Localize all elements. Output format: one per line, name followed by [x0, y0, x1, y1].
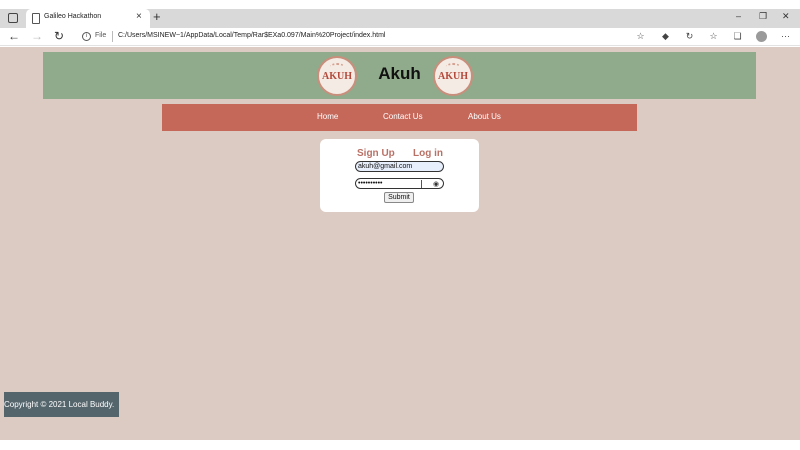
url-separator [112, 31, 113, 42]
password-field[interactable]: •••••••••• ◉ [355, 178, 444, 189]
profile-icon[interactable] [756, 31, 767, 42]
page-icon [32, 13, 40, 24]
nav-about-us[interactable]: About Us [468, 112, 501, 121]
nav-home[interactable]: Home [317, 112, 338, 121]
restore-icon[interactable]: ❐ [759, 11, 767, 22]
tab-title: Galileo Hackathon [44, 13, 102, 20]
refresh-extension-icon[interactable]: ↻ [684, 31, 695, 42]
tab-sign-up[interactable]: Sign Up [357, 148, 395, 159]
more-icon[interactable]: ··· [780, 31, 791, 42]
email-field[interactable]: akuh@gmail.com [355, 161, 444, 172]
footer-text: Copyright © 2021 Local Buddy. [4, 400, 115, 409]
password-value: •••••••••• [358, 180, 383, 187]
browser-tab[interactable]: Galileo Hackathon × [26, 9, 150, 28]
login-card: Sign Up Log in akuh@gmail.com ••••••••••… [320, 139, 479, 212]
site-header: AKUH Akuh AKUH [43, 52, 756, 99]
tab-log-in[interactable]: Log in [413, 148, 443, 159]
reload-icon[interactable]: ↻ [54, 29, 64, 43]
extensions-icon[interactable]: ◆ [660, 31, 671, 42]
page-body: AKUH Akuh AKUH Home Contact Us About Us … [0, 47, 800, 440]
file-label: File [95, 32, 107, 39]
logo-right: AKUH [433, 56, 473, 96]
collections-icon[interactable]: ❏ [732, 31, 743, 42]
url-text[interactable]: C:/Users/MSINEW~1/AppData/Local/Temp/Rar… [118, 32, 385, 39]
tab-actions-icon[interactable] [8, 13, 18, 23]
close-window-icon[interactable]: ✕ [782, 11, 790, 22]
eye-icon[interactable]: ◉ [433, 180, 439, 189]
site-title: Akuh [378, 64, 421, 83]
favorites-add-icon[interactable]: ☆ [635, 31, 646, 42]
minimize-icon[interactable]: – [736, 11, 741, 21]
back-icon[interactable]: ← [8, 29, 20, 43]
text-cursor [421, 180, 422, 188]
navbar: Home Contact Us About Us [162, 104, 637, 131]
forward-icon[interactable]: → [31, 29, 43, 43]
close-tab-icon[interactable]: × [136, 11, 142, 22]
footer: Copyright © 2021 Local Buddy. [4, 392, 119, 417]
logo-text: AKUH [438, 71, 468, 82]
submit-button[interactable]: Submit [384, 192, 414, 203]
favorites-icon[interactable]: ☆ [708, 31, 719, 42]
info-icon[interactable]: i [82, 32, 91, 41]
logo-rays-icon [446, 63, 460, 70]
url-field[interactable]: i File C:/Users/MSINEW~1/AppData/Local/T… [76, 29, 616, 45]
nav-contact-us[interactable]: Contact Us [383, 112, 423, 121]
browser-tab-bar: Galileo Hackathon × + – ❐ ✕ [0, 9, 800, 28]
new-tab-icon[interactable]: + [153, 9, 161, 24]
address-bar: ← → ↻ i File C:/Users/MSINEW~1/AppData/L… [0, 28, 800, 46]
